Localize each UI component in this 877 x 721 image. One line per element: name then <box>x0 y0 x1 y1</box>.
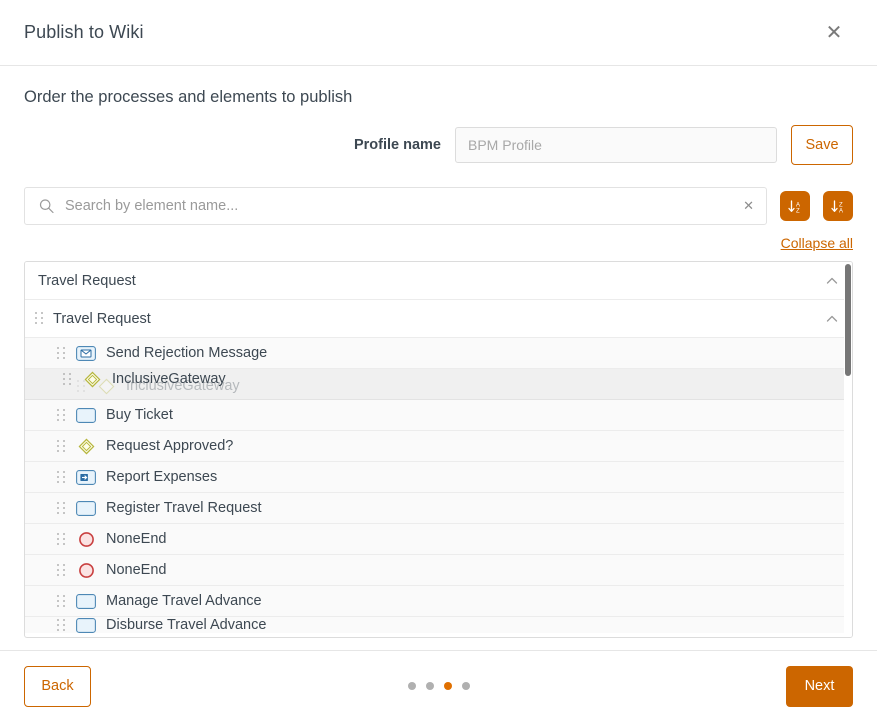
drag-handle[interactable] <box>57 531 67 547</box>
tree-scroll-area: Travel Request Travel Request <box>25 262 852 637</box>
publish-to-wiki-dialog: Publish to Wiki ✕ Order the processes an… <box>0 0 877 721</box>
save-button[interactable]: Save <box>791 125 853 165</box>
task-icon <box>75 592 97 610</box>
drag-handle[interactable] <box>35 311 45 327</box>
dragged-item-content: InclusiveGateway <box>41 370 226 388</box>
tree-item-row[interactable]: Register Travel Request <box>25 493 852 524</box>
tree-item-label: Send Rejection Message <box>106 345 267 361</box>
page-title: Publish to Wiki <box>24 22 144 43</box>
tree-item-row[interactable]: Disburse Travel Advance <box>25 617 852 633</box>
tree-item-row[interactable]: NoneEnd <box>25 524 852 555</box>
drag-handle[interactable] <box>57 438 67 454</box>
step-dot-2[interactable] <box>426 682 434 690</box>
tree-item-row[interactable]: Buy Ticket <box>25 400 852 431</box>
profile-name-label: Profile name <box>354 137 441 153</box>
tree-root-row[interactable]: Travel Request <box>25 262 852 300</box>
dialog-body: Order the processes and elements to publ… <box>0 66 877 650</box>
profile-name-input[interactable] <box>455 127 777 163</box>
search-input[interactable] <box>65 198 732 214</box>
search-icon <box>39 199 54 214</box>
step-dot-3[interactable] <box>444 682 452 690</box>
tree-item-row[interactable]: Manage Travel Advance <box>25 586 852 617</box>
drag-handle[interactable] <box>57 562 67 578</box>
dialog-footer: Back Next <box>0 650 877 721</box>
tree-item-row[interactable]: Report Expenses <box>25 462 852 493</box>
drag-handle[interactable] <box>57 469 67 485</box>
profile-row: Profile name Save <box>24 125 853 165</box>
step-indicator <box>408 682 470 690</box>
sort-descending-icon[interactable]: Z A <box>823 191 853 221</box>
task-icon <box>75 406 97 424</box>
clear-icon[interactable]: ✕ <box>743 198 754 214</box>
tree-scrollbar-thumb[interactable] <box>845 264 851 376</box>
gateway-icon <box>81 370 103 388</box>
tree-item-label: NoneEnd <box>106 562 166 578</box>
tree-item-label: Manage Travel Advance <box>106 593 262 609</box>
tree-item-label: Buy Ticket <box>106 407 173 423</box>
next-button[interactable]: Next <box>786 666 853 707</box>
close-icon[interactable]: ✕ <box>821 20 847 46</box>
tree-item-row-dragging[interactable]: InclusiveGateway InclusiveGateway <box>25 369 852 400</box>
collapse-all-link[interactable]: Collapse all <box>781 235 853 251</box>
drag-handle[interactable] <box>63 371 73 387</box>
tree-item-label: Request Approved? <box>106 438 233 454</box>
sort-ascending-icon[interactable]: A Z <box>780 191 810 221</box>
task-icon <box>75 617 97 633</box>
tree-item-label: Disburse Travel Advance <box>106 617 266 633</box>
collapse-row: Collapse all <box>24 235 853 251</box>
dialog-header: Publish to Wiki ✕ <box>0 0 877 66</box>
tree-item-row[interactable]: Request Approved? <box>25 431 852 462</box>
back-button[interactable]: Back <box>24 666 91 707</box>
tree-item-label: Report Expenses <box>106 469 217 485</box>
drag-handle[interactable] <box>57 593 67 609</box>
element-tree: Travel Request Travel Request <box>24 261 853 638</box>
tree-item-row[interactable]: NoneEnd <box>25 555 852 586</box>
receive-task-icon <box>75 468 97 486</box>
step-dot-1[interactable] <box>408 682 416 690</box>
tree-item-label: InclusiveGateway <box>112 371 226 387</box>
gateway-icon <box>75 437 97 455</box>
drag-handle[interactable] <box>57 617 67 633</box>
svg-text:A: A <box>839 208 843 214</box>
tree-process-label: Travel Request <box>53 311 151 327</box>
tree-item-row[interactable]: Send Rejection Message <box>25 338 852 369</box>
drag-handle[interactable] <box>57 345 67 361</box>
section-heading: Order the processes and elements to publ… <box>24 88 853 107</box>
step-dot-4[interactable] <box>462 682 470 690</box>
end-event-icon <box>75 561 97 579</box>
search-row: ✕ A Z Z <box>24 187 853 225</box>
search-box[interactable]: ✕ <box>24 187 767 225</box>
tree-scrollbar[interactable] <box>844 262 852 637</box>
send-task-icon <box>75 344 97 362</box>
tree-item-label: NoneEnd <box>106 531 166 547</box>
tree-process-row[interactable]: Travel Request <box>25 300 852 338</box>
svg-text:Z: Z <box>796 208 800 214</box>
task-icon <box>75 499 97 517</box>
chevron-up-icon[interactable] <box>824 311 840 327</box>
drag-handle[interactable] <box>57 500 67 516</box>
tree-item-label: Register Travel Request <box>106 500 262 516</box>
drag-handle[interactable] <box>57 407 67 423</box>
tree-root-label: Travel Request <box>38 273 136 289</box>
end-event-icon <box>75 530 97 548</box>
chevron-up-icon[interactable] <box>824 273 840 289</box>
